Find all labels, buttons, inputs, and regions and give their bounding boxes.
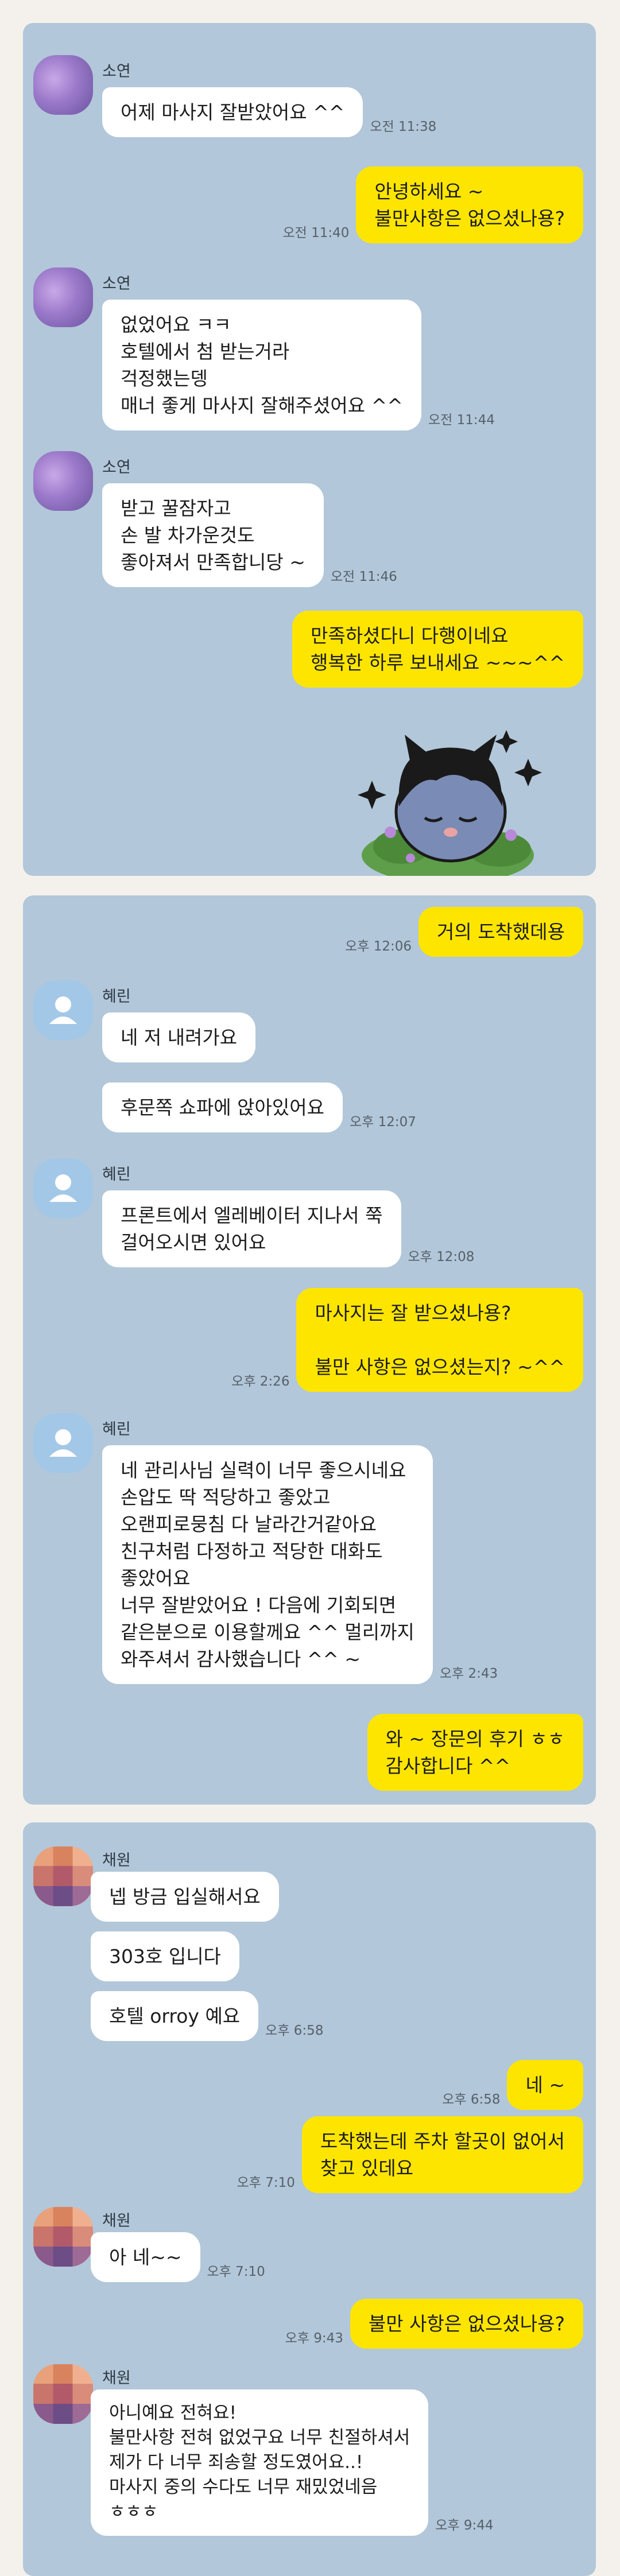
avatar[interactable]	[33, 1846, 93, 1906]
message-bubble[interactable]: 프론트에서 엘레베이터 지나서 쭉 걸어오시면 있어요	[102, 1190, 401, 1267]
message-time: 오후 7:10	[237, 2175, 295, 2190]
message-bubble[interactable]: 어제 마사지 잘받았어요 ^^	[102, 87, 363, 137]
message-incoming: 넵 방금 입실해서요	[91, 1872, 279, 1922]
message-incoming: 호텔 orroy 예요 오후 6:58	[91, 1991, 330, 2041]
chat-screenshot-2: 오후 12:06 거의 도착했데용 혜린 네 저 내려가요 후문쪽 쇼파에 앉아…	[23, 895, 596, 1805]
message-time: 오후 6:58	[265, 2023, 324, 2038]
message-incoming: 네 저 내려가요	[102, 1012, 256, 1062]
avatar[interactable]	[33, 267, 93, 327]
message-time: 오전 11:38	[370, 119, 437, 134]
message-time: 오후 12:07	[349, 1115, 416, 1130]
avatar[interactable]	[33, 2207, 93, 2267]
message-bubble[interactable]: 아니예요 전혀요! 불만사항 전혀 없었구요 너무 친절하셔서 제가 다 너무 …	[91, 2389, 429, 2536]
contact-name: 채원	[102, 1852, 131, 1869]
message-time: 오전 11:46	[330, 569, 397, 584]
message-incoming: 후문쪽 쇼파에 앉아있어요 오후 12:07	[102, 1083, 423, 1132]
cat-sticker[interactable]	[356, 717, 586, 876]
message-bubble[interactable]: 303호 입니다	[91, 1931, 239, 1981]
default-profile-icon	[49, 1174, 77, 1202]
avatar[interactable]	[33, 451, 93, 511]
contact-name: 혜린	[102, 1166, 131, 1184]
message-bubble[interactable]: 와 ~ 장문의 후기 ㅎㅎ 감사합니다 ^^	[367, 1714, 583, 1791]
message-outgoing: 오후 6:58 네 ~	[435, 2060, 583, 2110]
contact-name: 소연	[102, 275, 131, 293]
message-bubble[interactable]: 만족하셨다니 다행이네요 행복한 하루 보내세요 ~~~^^	[292, 611, 583, 688]
message-time: 오후 12:08	[408, 1250, 475, 1264]
message-bubble[interactable]: 네 저 내려가요	[102, 1012, 256, 1062]
message-bubble[interactable]: 아 네~~	[91, 2232, 200, 2282]
message-incoming: 아 네~~ 오후 7:10	[91, 2232, 272, 2282]
message-time: 오후 6:58	[442, 2092, 501, 2107]
message-bubble[interactable]: 마사지는 잘 받으셨나용? 불만 사항은 없으셨는지? ~^^	[296, 1288, 583, 1392]
message-bubble[interactable]: 넵 방금 입실해서요	[91, 1872, 279, 1922]
message-time: 오전 11:44	[428, 413, 495, 428]
message-bubble[interactable]: 불만 사항은 없으셨나용?	[350, 2299, 583, 2349]
chat-screenshot-3: 채원 넵 방금 입실해서요 303호 입니다 호텔 orroy 예요 오후 6:…	[23, 1822, 596, 2576]
message-incoming: 받고 꿀잠자고 손 발 차가운것도 좋아져서 만족합니당 ~ 오전 11:46	[102, 483, 404, 587]
message-time: 오후 2:26	[231, 1374, 290, 1389]
message-incoming: 아니예요 전혀요! 불만사항 전혀 없었구요 너무 친절하셔서 제가 다 너무 …	[91, 2389, 501, 2536]
sticker-cat-icon	[358, 730, 542, 876]
message-time: 오후 7:10	[207, 2264, 265, 2279]
message-outgoing: 오후 7:10 도착했는데 주차 할곳이 없어서 찾고 있데요	[230, 2116, 583, 2193]
message-outgoing: 오전 11:40 안녕하세요 ~ 불만사항은 없으셨나용?	[276, 166, 583, 243]
message-time: 오후 2:43	[439, 1666, 498, 1681]
contact-name: 소연	[102, 459, 131, 476]
message-bubble[interactable]: 네 관리사님 실력이 너무 좋으시네요 손압도 딱 적당하고 좋았고 오랜피로뭉…	[102, 1445, 433, 1684]
chat-screenshot-1: 소연 어제 마사지 잘받았어요 ^^ 오전 11:38 오전 11:40 안녕하…	[23, 23, 596, 876]
message-outgoing: 오후 12:06 거의 도착했데용	[338, 907, 583, 957]
contact-name: 소연	[102, 63, 131, 80]
avatar[interactable]	[33, 55, 93, 115]
message-bubble[interactable]: 네 ~	[507, 2060, 583, 2110]
avatar[interactable]	[33, 1413, 93, 1473]
message-time: 오후 12:06	[345, 939, 412, 954]
message-incoming: 303호 입니다	[91, 1931, 239, 1981]
message-time: 오후 9:44	[435, 2518, 494, 2533]
message-incoming: 네 관리사님 실력이 너무 좋으시네요 손압도 딱 적당하고 좋았고 오랜피로뭉…	[102, 1445, 505, 1684]
message-incoming: 프론트에서 엘레베이터 지나서 쭉 걸어오시면 있어요 오후 12:08	[102, 1190, 481, 1267]
default-profile-icon	[49, 996, 77, 1024]
contact-name: 혜린	[102, 988, 131, 1006]
message-bubble[interactable]: 받고 꿀잠자고 손 발 차가운것도 좋아져서 만족합니당 ~	[102, 483, 324, 587]
avatar[interactable]	[33, 980, 93, 1040]
message-outgoing: 와 ~ 장문의 후기 ㅎㅎ 감사합니다 ^^	[367, 1714, 583, 1791]
message-outgoing: 만족하셨다니 다행이네요 행복한 하루 보내세요 ~~~^^	[292, 611, 583, 688]
message-bubble[interactable]: 거의 도착했데용	[418, 907, 583, 957]
message-bubble[interactable]: 안녕하세요 ~ 불만사항은 없으셨나용?	[356, 166, 583, 243]
message-bubble[interactable]: 호텔 orroy 예요	[91, 1991, 259, 2041]
message-outgoing: 오후 2:26 마사지는 잘 받으셨나용? 불만 사항은 없으셨는지? ~^^	[224, 1288, 583, 1392]
message-time: 오전 11:40	[282, 226, 350, 240]
message-bubble[interactable]: 도착했는데 주차 할곳이 없어서 찾고 있데요	[301, 2116, 583, 2193]
message-outgoing: 오후 9:43 불만 사항은 없으셨나용?	[278, 2299, 583, 2349]
message-incoming: 없었어요 ㅋㅋ 호텔에서 첨 받는거라 걱정했는뎅 매너 좋게 마사지 잘해주셨…	[102, 300, 502, 430]
message-incoming: 어제 마사지 잘받았어요 ^^ 오전 11:38	[102, 87, 443, 137]
message-bubble[interactable]: 후문쪽 쇼파에 앉아있어요	[102, 1083, 343, 1132]
contact-name: 채원	[102, 2212, 131, 2230]
message-bubble[interactable]: 없었어요 ㅋㅋ 호텔에서 첨 받는거라 걱정했는뎅 매너 좋게 마사지 잘해주셨…	[102, 300, 421, 430]
default-profile-icon	[49, 1429, 77, 1457]
avatar[interactable]	[33, 1158, 93, 1218]
avatar[interactable]	[33, 2364, 93, 2424]
contact-name: 혜린	[102, 1421, 131, 1438]
message-time: 오후 9:43	[285, 2331, 343, 2346]
contact-name: 채원	[102, 2369, 131, 2387]
